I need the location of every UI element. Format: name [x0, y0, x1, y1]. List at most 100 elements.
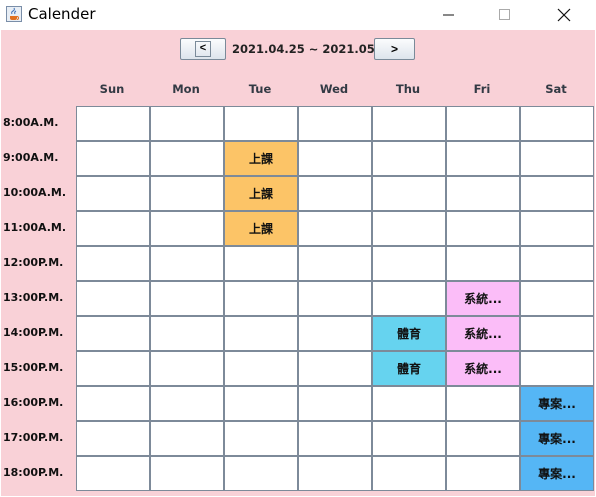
schedule-cell[interactable] [150, 106, 224, 141]
schedule-cell[interactable] [446, 211, 520, 246]
schedule-cell[interactable] [520, 246, 594, 281]
event-cell[interactable]: 專案... [520, 456, 594, 491]
event-label: 系統... [464, 327, 502, 341]
minimize-button[interactable] [426, 0, 472, 30]
schedule-cell[interactable] [76, 141, 150, 176]
time-label: 8:00A.M. [3, 116, 59, 129]
schedule-cell[interactable] [150, 386, 224, 421]
day-header-tue: Tue [248, 82, 272, 96]
schedule-cell[interactable] [372, 246, 446, 281]
schedule-cell[interactable] [446, 106, 520, 141]
schedule-cell[interactable] [150, 211, 224, 246]
schedule-cell[interactable] [76, 211, 150, 246]
close-button[interactable] [541, 0, 587, 30]
schedule-cell[interactable] [224, 106, 298, 141]
day-header-sun: Sun [99, 82, 125, 96]
event-cell[interactable]: 上課 [224, 141, 298, 176]
schedule-cell[interactable] [520, 351, 594, 386]
maximize-icon [499, 9, 510, 20]
event-label: 系統... [464, 362, 502, 376]
schedule-cell[interactable] [520, 281, 594, 316]
schedule-cell[interactable] [298, 456, 372, 491]
event-cell[interactable]: 上課 [224, 176, 298, 211]
close-icon [557, 8, 571, 22]
event-cell[interactable]: 系統... [446, 281, 520, 316]
schedule-cell[interactable] [76, 316, 150, 351]
event-cell[interactable]: 體育 [372, 316, 446, 351]
schedule-cell[interactable] [298, 421, 372, 456]
schedule-cell[interactable] [520, 106, 594, 141]
schedule-cell[interactable] [372, 141, 446, 176]
window-title: Calender [28, 5, 96, 23]
schedule-cell[interactable] [446, 386, 520, 421]
schedule-cell[interactable] [224, 456, 298, 491]
event-cell[interactable]: 系統... [446, 351, 520, 386]
schedule-cell[interactable] [372, 456, 446, 491]
schedule-cell[interactable] [76, 281, 150, 316]
schedule-cell[interactable] [150, 176, 224, 211]
schedule-cell[interactable] [298, 351, 372, 386]
time-label: 9:00A.M. [3, 151, 59, 164]
schedule-cell[interactable] [150, 246, 224, 281]
event-label: 專案... [538, 432, 576, 446]
schedule-cell[interactable] [150, 351, 224, 386]
schedule-cell[interactable] [446, 141, 520, 176]
schedule-cell[interactable] [76, 386, 150, 421]
schedule-cell[interactable] [224, 246, 298, 281]
schedule-cell[interactable] [298, 386, 372, 421]
event-cell[interactable]: 體育 [372, 351, 446, 386]
schedule-cell[interactable] [150, 141, 224, 176]
schedule-cell[interactable] [150, 316, 224, 351]
schedule-cell[interactable] [224, 386, 298, 421]
event-cell[interactable]: 專案... [520, 386, 594, 421]
prev-week-button[interactable]: < [180, 38, 226, 60]
schedule-cell[interactable] [520, 176, 594, 211]
schedule-cell[interactable] [520, 316, 594, 351]
schedule-cell[interactable] [76, 246, 150, 281]
schedule-cell[interactable] [298, 176, 372, 211]
schedule-cell[interactable] [224, 351, 298, 386]
schedule-cell[interactable] [76, 176, 150, 211]
schedule-cell[interactable] [446, 456, 520, 491]
schedule-cell[interactable] [150, 421, 224, 456]
schedule-cell[interactable] [372, 386, 446, 421]
schedule-cell[interactable] [446, 421, 520, 456]
schedule-cell[interactable] [224, 281, 298, 316]
schedule-cell[interactable] [446, 176, 520, 211]
schedule-cell[interactable] [76, 456, 150, 491]
schedule-cell[interactable] [372, 281, 446, 316]
schedule-cell[interactable] [372, 211, 446, 246]
time-label: 12:00P.M. [3, 256, 64, 269]
schedule-cell[interactable] [76, 421, 150, 456]
event-label: 體育 [396, 327, 421, 341]
schedule-cell[interactable] [298, 281, 372, 316]
schedule-cell[interactable] [372, 106, 446, 141]
schedule-cell[interactable] [76, 106, 150, 141]
schedule-cell[interactable] [150, 281, 224, 316]
title-bar[interactable]: Calender [0, 0, 596, 30]
event-cell[interactable]: 上課 [224, 211, 298, 246]
schedule-cell[interactable] [372, 421, 446, 456]
java-app-icon [6, 6, 22, 22]
schedule-cell[interactable] [298, 211, 372, 246]
schedule-cell[interactable] [298, 106, 372, 141]
calendar-panel: < 2021.04.25 ~ 2021.05.01 > Sun Mon Tue Wed… [1, 30, 595, 496]
schedule-cell[interactable] [224, 421, 298, 456]
schedule-cell[interactable] [76, 351, 150, 386]
next-week-button[interactable]: > [374, 38, 415, 60]
schedule-cell[interactable] [372, 176, 446, 211]
schedule-cell[interactable] [298, 316, 372, 351]
event-label: 上課 [248, 187, 273, 201]
schedule-cell[interactable] [520, 141, 594, 176]
event-cell[interactable]: 系統... [446, 316, 520, 351]
schedule-cell[interactable] [446, 246, 520, 281]
schedule-cell[interactable] [298, 246, 372, 281]
event-cell[interactable]: 專案... [520, 421, 594, 456]
schedule-cell[interactable] [224, 316, 298, 351]
maximize-button[interactable] [482, 0, 528, 30]
schedule-cell[interactable] [298, 141, 372, 176]
day-header-mon: Mon [172, 82, 200, 96]
schedule-cell[interactable] [150, 456, 224, 491]
schedule-cell[interactable] [520, 211, 594, 246]
day-header-wed: Wed [319, 82, 349, 96]
